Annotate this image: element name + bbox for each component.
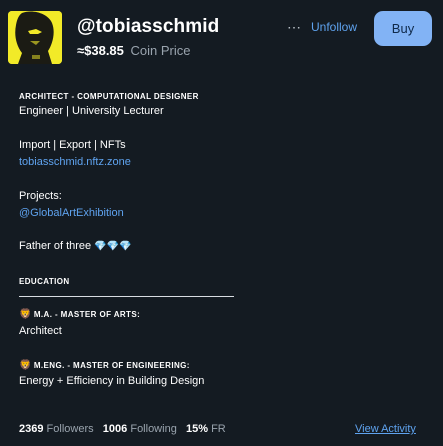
more-options-icon[interactable]: ⋯	[287, 19, 301, 36]
father-text: Father of three	[19, 240, 92, 252]
followers-count[interactable]: 2369	[19, 423, 43, 435]
avatar[interactable]	[8, 11, 62, 64]
coin-price-value: ≈$38.85	[77, 43, 124, 58]
divider	[19, 296, 234, 297]
education-item-1-detail: Architect	[19, 325, 62, 337]
diamond-icon: 💎💎💎	[94, 241, 132, 252]
fr-label: FR	[211, 423, 226, 435]
username: @tobiasschmid	[77, 16, 220, 37]
edu1-title-text: M.A. - MASTER OF ARTS:	[33, 310, 141, 319]
lion-face-icon: 🦁	[19, 360, 32, 371]
bio-role-line: Engineer | University Lecturer	[19, 105, 164, 117]
following-label[interactable]: Following	[130, 423, 176, 435]
buy-button[interactable]: Buy	[374, 11, 432, 46]
bio-services-line: Import | Export | NFTs	[19, 139, 126, 151]
projects-label: Projects:	[19, 190, 62, 202]
fr-value: 15%	[185, 423, 209, 435]
website-link[interactable]: tobiasschmid.nftz.zone	[19, 156, 131, 168]
following-count[interactable]: 1006	[103, 423, 127, 435]
avatar-portrait-icon	[8, 11, 62, 64]
edu2-title-text: M.ENG. - MASTER OF ENGINEERING:	[33, 361, 190, 370]
education-heading: EDUCATION	[19, 277, 70, 286]
unfollow-button[interactable]: Unfollow	[311, 20, 357, 34]
education-item-2-detail: Energy + Efficiency in Building Design	[19, 375, 205, 387]
followers-label[interactable]: Followers	[47, 423, 94, 435]
education-item-2-title: 🦁 M.ENG. - MASTER OF ENGINEERING:	[19, 360, 190, 371]
stats-row: 2369 Followers 1006 Following 15% FR	[19, 423, 226, 435]
projects-link[interactable]: @GlobalArtExhibition	[19, 207, 124, 219]
view-activity-link[interactable]: View Activity	[355, 423, 416, 435]
lion-face-icon: 🦁	[19, 309, 32, 320]
education-item-1-title: 🦁 M.A. - MASTER OF ARTS:	[19, 309, 140, 320]
father-line: Father of three 💎💎💎	[19, 240, 132, 252]
coin-price-row: ≈$38.85 Coin Price	[77, 43, 191, 58]
bio-title-line: ARCHITECT - COMPUTATIONAL DESIGNER	[19, 92, 199, 101]
coin-price-label: Coin Price	[130, 43, 191, 58]
